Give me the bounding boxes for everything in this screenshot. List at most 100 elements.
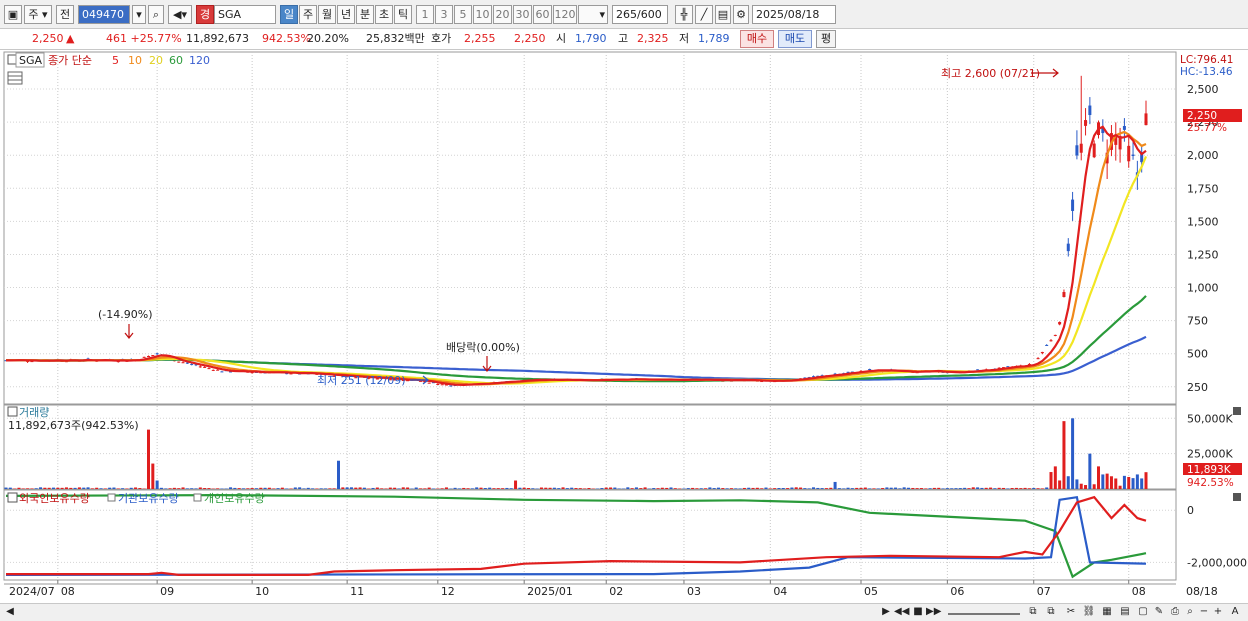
- grid-icon[interactable]: ▦: [1100, 605, 1114, 620]
- volume-bar: [958, 488, 962, 489]
- volume-bar: [531, 488, 535, 489]
- period-month-tab[interactable]: 월: [318, 5, 336, 24]
- volume-bar: [1071, 418, 1075, 489]
- table-view-icon[interactable]: [7, 71, 23, 85]
- stock-code-input[interactable]: 049470: [78, 5, 130, 24]
- volume-menu-icon[interactable]: [7, 406, 18, 417]
- duplicate-icon[interactable]: ⧉: [1044, 605, 1058, 620]
- interval-5-button[interactable]: 5: [454, 5, 472, 24]
- volume-bar: [561, 487, 565, 489]
- interval-1-button[interactable]: 1: [416, 5, 434, 24]
- code-dropdown-icon[interactable]: ▾: [132, 5, 146, 24]
- link-icon[interactable]: ⛓: [1082, 605, 1096, 620]
- date-field[interactable]: 2025/08/18: [752, 5, 836, 24]
- volume-bar: [1075, 479, 1079, 489]
- zoom-in-icon[interactable]: +: [1212, 605, 1224, 620]
- holding-panel[interactable]: [3, 489, 1177, 581]
- x-axis-label: 2025/01: [527, 585, 573, 598]
- price-y-tick: 1,250: [1187, 248, 1219, 261]
- volume-bar: [95, 487, 99, 489]
- cut-icon[interactable]: ✂: [1064, 605, 1078, 620]
- scroll-left-icon[interactable]: ◀: [4, 605, 16, 620]
- volume-bar: [980, 487, 984, 489]
- period-tick-tab[interactable]: 틱: [394, 5, 412, 24]
- price-candle: [427, 382, 431, 384]
- window-menu-icon[interactable]: ▣: [4, 5, 22, 24]
- volume-close-icon[interactable]: [1233, 407, 1241, 415]
- hoga-bid: 2,255: [464, 32, 496, 45]
- interval-60-button[interactable]: 60: [533, 5, 552, 24]
- volume-bar: [665, 487, 669, 489]
- volume-bar: [894, 487, 898, 489]
- save-icon[interactable]: ▤: [715, 5, 731, 24]
- volume-bar: [444, 487, 448, 489]
- interval-10-button[interactable]: 10: [473, 5, 492, 24]
- hoga-ask: 2,250: [514, 32, 546, 45]
- volume-bar: [634, 487, 638, 489]
- price-y-tick: 2,000: [1187, 149, 1219, 162]
- volume-bar: [86, 487, 90, 489]
- period-second-tab[interactable]: 초: [375, 5, 393, 24]
- holding-close-icon[interactable]: [1233, 493, 1241, 501]
- volume-bar: [4, 487, 8, 489]
- volume-bar: [64, 487, 68, 489]
- high-label: 고: [618, 32, 629, 45]
- price-panel[interactable]: [3, 51, 1177, 405]
- scroll-next-icon[interactable]: ▶: [880, 605, 892, 620]
- average-button[interactable]: 평: [816, 30, 836, 48]
- period-day-tab[interactable]: 일: [280, 5, 298, 24]
- fast-forward-icon[interactable]: ▶▶: [926, 605, 941, 620]
- institution-legend-icon: [107, 493, 116, 502]
- volume-bar: [738, 488, 742, 489]
- volume-bar: [103, 488, 107, 489]
- period-minute-tab[interactable]: 분: [356, 5, 374, 24]
- high-price: 2,325: [637, 32, 669, 45]
- buy-button[interactable]: 매수: [740, 30, 774, 48]
- frame-icon[interactable]: ▢: [1136, 605, 1150, 620]
- volume-bar: [617, 488, 621, 489]
- draw-icon[interactable]: ✎: [1152, 605, 1166, 620]
- copy-icon[interactable]: ⧉: [1026, 605, 1040, 620]
- interval-30-button[interactable]: 30: [513, 5, 532, 24]
- stop-icon[interactable]: ■: [912, 605, 924, 620]
- search-icon[interactable]: ⌕: [148, 5, 164, 24]
- interval-dropdown-icon[interactable]: ▾: [578, 5, 608, 24]
- line-tool-icon[interactable]: ╱: [695, 5, 713, 24]
- price-candle: [198, 366, 202, 368]
- holding-menu-icon[interactable]: [7, 492, 18, 503]
- interval-20-button[interactable]: 20: [493, 5, 512, 24]
- print-icon[interactable]: ⎙: [1168, 605, 1182, 620]
- interval-3-button[interactable]: 3: [435, 5, 453, 24]
- layout-icon[interactable]: ▤: [1118, 605, 1132, 620]
- volume-bar: [1019, 488, 1023, 489]
- volume-bar: [147, 429, 150, 489]
- volume-bar: [829, 487, 833, 489]
- sell-button[interactable]: 매도: [778, 30, 812, 48]
- market-select[interactable]: 주 ▾: [24, 5, 52, 24]
- period-year-tab[interactable]: 년: [337, 5, 355, 24]
- volume-bar: [630, 488, 634, 489]
- sound-icon[interactable]: ◀▾: [168, 5, 192, 24]
- volume-panel[interactable]: [3, 404, 1177, 490]
- x-axis-label: 09: [160, 585, 174, 598]
- rewind-icon[interactable]: ◀◀: [894, 605, 909, 620]
- zoom-out-icon[interactable]: −: [1198, 605, 1210, 620]
- volume-bar: [704, 488, 708, 489]
- candle-type-icon[interactable]: ╬: [675, 5, 693, 24]
- price-change: 461 +25.77%: [106, 32, 182, 45]
- volume-bar: [1010, 488, 1014, 489]
- settings-gear-icon[interactable]: ⚙: [733, 5, 749, 24]
- price-candle: [185, 362, 189, 364]
- zoom-icon[interactable]: ⌕: [1184, 605, 1196, 620]
- stock-name-field[interactable]: SGA: [214, 5, 276, 24]
- count-field[interactable]: 265/600: [612, 5, 668, 24]
- ma5-legend: 5: [112, 54, 119, 67]
- zoom-slider[interactable]: [948, 605, 1020, 615]
- period-week-tab[interactable]: 주: [299, 5, 317, 24]
- volume-bar: [337, 460, 340, 489]
- prev-button[interactable]: 전: [56, 5, 74, 24]
- font-size-icon[interactable]: A: [1228, 605, 1242, 620]
- interval-120-button[interactable]: 120: [553, 5, 577, 24]
- chart-area[interactable]: 2024/07 08 09 10 11 12 2025/01 02 03 04 05 06 07 08 08…: [0, 50, 1248, 603]
- bottom-scroll-bar[interactable]: ◀ ▶ ◀◀ ■ ▶▶ ⧉ ⧉ ✂ ⛓ ▦ ▤ ▢ ✎ ⎙ ⌕ − + A: [0, 603, 1248, 621]
